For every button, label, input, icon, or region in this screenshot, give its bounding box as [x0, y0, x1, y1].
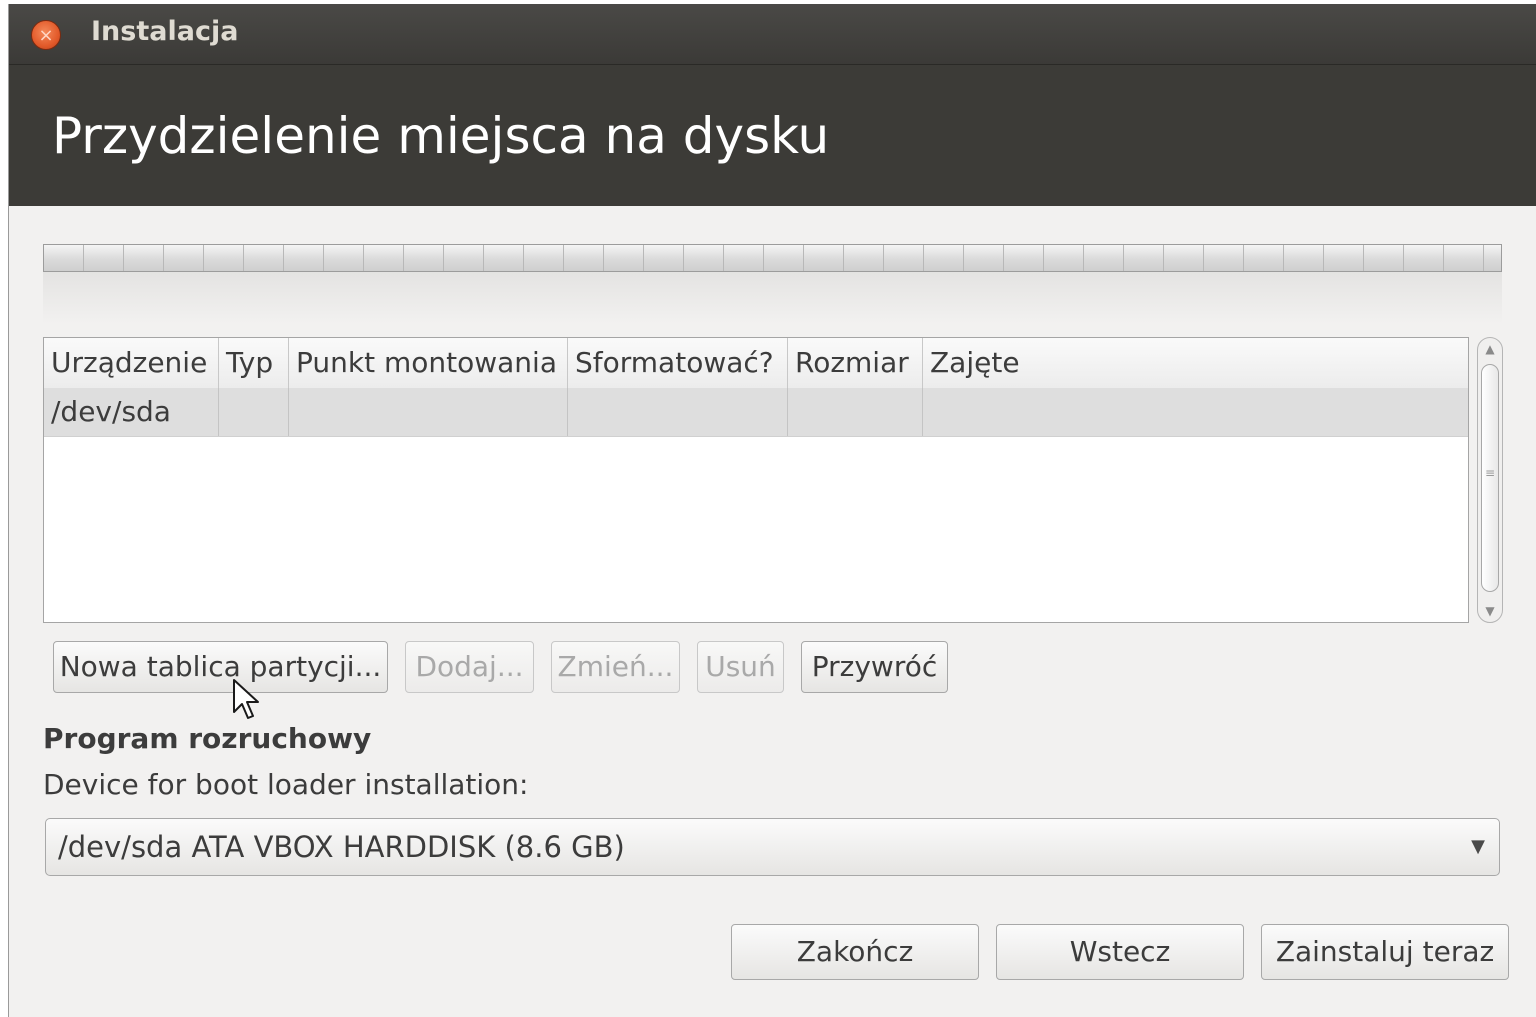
- cell-used: [923, 388, 1468, 436]
- table-header: Urządzenie Typ Punkt montowania Sformato…: [44, 338, 1468, 389]
- cell-mount: [289, 388, 568, 436]
- change-button[interactable]: Zmień...: [551, 641, 680, 693]
- scroll-down-icon[interactable]: ▼: [1478, 604, 1502, 618]
- bootloader-device-select[interactable]: /dev/sda ATA VBOX HARDDISK (8.6 GB) ▼: [45, 818, 1500, 876]
- table-scrollbar[interactable]: ▲ ≡ ▼: [1477, 337, 1503, 623]
- bootloader-device-value: /dev/sda ATA VBOX HARDDISK (8.6 GB): [58, 830, 625, 864]
- new-partition-table-button[interactable]: Nowa tablica partycji...: [53, 641, 388, 693]
- column-header-type[interactable]: Typ: [219, 338, 289, 388]
- scroll-up-icon[interactable]: ▲: [1478, 342, 1502, 356]
- install-now-button[interactable]: Zainstaluj teraz: [1261, 924, 1509, 980]
- scroll-thumb[interactable]: ≡: [1481, 364, 1499, 592]
- chevron-down-icon[interactable]: ▼: [1471, 819, 1485, 875]
- add-button[interactable]: Dodaj...: [405, 641, 534, 693]
- bootloader-section-title: Program rozruchowy: [43, 722, 372, 755]
- quit-button[interactable]: Zakończ: [731, 924, 979, 980]
- column-header-mount[interactable]: Punkt montowania: [289, 338, 568, 388]
- partition-bar-legend-area: [43, 272, 1502, 324]
- column-header-device[interactable]: Urządzenie: [44, 338, 219, 388]
- cell-type: [219, 388, 289, 436]
- cell-size: [788, 388, 923, 436]
- column-header-format[interactable]: Sformatować?: [568, 338, 788, 388]
- title-bar: × Instalacja: [9, 4, 1536, 65]
- cell-format: [568, 388, 788, 436]
- back-button[interactable]: Wstecz: [996, 924, 1244, 980]
- column-header-used[interactable]: Zajęte: [923, 338, 1468, 388]
- partition-bar: [43, 244, 1502, 272]
- page-title: Przydzielenie miejsca na dysku: [52, 107, 830, 165]
- column-header-size[interactable]: Rozmiar: [788, 338, 923, 388]
- partition-table[interactable]: Urządzenie Typ Punkt montowania Sformato…: [43, 337, 1469, 623]
- cell-device: /dev/sda: [44, 388, 219, 436]
- grip-icon: ≡: [1484, 466, 1496, 480]
- window-title: Instalacja: [91, 16, 239, 47]
- revert-button[interactable]: Przywróć: [801, 641, 948, 693]
- table-row[interactable]: /dev/sda: [44, 388, 1468, 437]
- mouse-pointer-icon: [233, 679, 259, 719]
- page-header: Przydzielenie miejsca na dysku: [9, 65, 1536, 206]
- delete-button[interactable]: Usuń: [697, 641, 784, 693]
- close-icon[interactable]: ×: [31, 20, 61, 50]
- bootloader-device-label: Device for boot loader installation:: [43, 768, 529, 801]
